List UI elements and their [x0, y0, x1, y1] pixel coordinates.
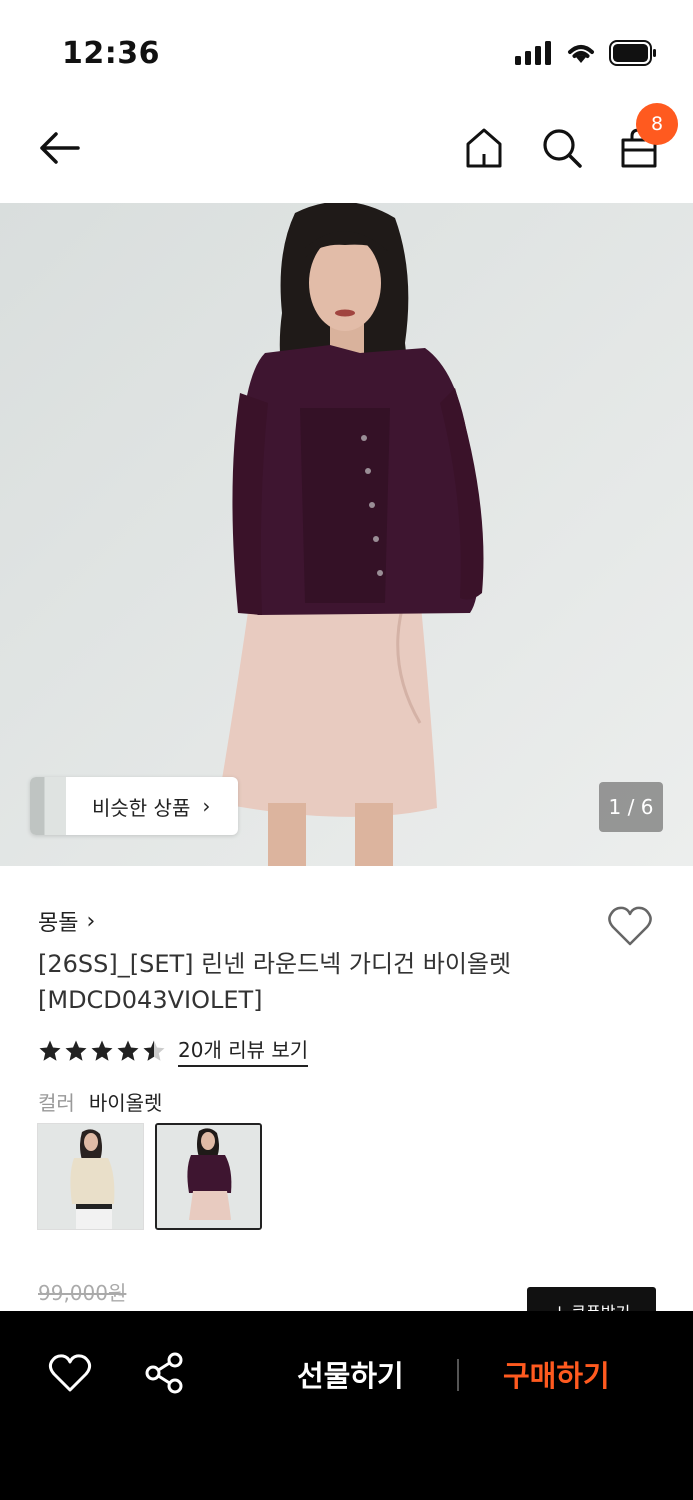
share-icon[interactable]	[143, 1351, 187, 1395]
heart-icon[interactable]	[48, 1353, 92, 1393]
chevron-right-icon: ›	[86, 908, 96, 934]
rating-row: 20개 리뷰 보기	[38, 1034, 309, 1067]
status-bar: 12:36	[0, 0, 693, 100]
color-row: 컬러 바이올렛	[38, 1087, 162, 1116]
search-icon[interactable]	[540, 126, 584, 170]
star-icon	[91, 1040, 113, 1061]
status-time: 12:36	[62, 36, 160, 71]
color-swatch-option[interactable]	[37, 1123, 144, 1230]
top-nav	[0, 100, 693, 203]
heart-icon[interactable]	[606, 904, 654, 948]
cart-count-badge: 8	[636, 103, 678, 145]
brand-name: 몽돌	[38, 911, 79, 936]
star-icon	[65, 1040, 87, 1061]
color-value: 바이올렛	[88, 1091, 163, 1115]
chevron-right-icon: ›	[202, 794, 211, 818]
status-icons	[515, 40, 657, 66]
color-label: 컬러	[38, 1091, 75, 1115]
product-name-line2: [MDCD043VIOLET]	[38, 986, 263, 1014]
swatch-photo	[38, 1124, 143, 1229]
home-icon[interactable]	[462, 124, 506, 172]
divider	[457, 1359, 459, 1391]
review-link[interactable]: 20개 리뷰 보기	[178, 1034, 309, 1067]
half-star-icon	[143, 1040, 165, 1061]
similar-products-button[interactable]: 비슷한 상품 ›	[30, 777, 238, 835]
product-name: [26SS]_[SET] 린넨 라운드넥 가디건 바이올렛 [MDCD043VI…	[38, 946, 598, 1018]
original-price: 99,000원	[38, 1281, 127, 1305]
brand-link[interactable]: 몽돌 ›	[38, 905, 95, 937]
product-image[interactable]	[0, 203, 693, 866]
color-swatch-option-selected[interactable]	[155, 1123, 262, 1230]
wifi-icon	[568, 45, 594, 63]
star-icon	[39, 1040, 61, 1061]
signal-icon	[515, 41, 551, 65]
product-name-line1: [26SS]_[SET] 린넨 라운드넥 가디건 바이올렛	[38, 950, 512, 978]
image-page-counter: 1 / 6	[599, 782, 663, 832]
bottom-action-bar: 선물하기 구매하기	[0, 1311, 693, 1500]
back-arrow-icon[interactable]	[34, 126, 84, 170]
gift-button[interactable]: 선물하기	[297, 1353, 404, 1395]
similar-products-thumbnail	[30, 777, 66, 835]
battery-icon	[609, 40, 656, 66]
star-icon	[117, 1040, 139, 1061]
product-photo-illustration	[0, 203, 693, 866]
swatch-photo	[157, 1125, 260, 1228]
star-rating	[38, 1039, 166, 1063]
buy-button[interactable]: 구매하기	[503, 1353, 610, 1395]
similar-products-label: 비슷한 상품	[92, 795, 191, 820]
